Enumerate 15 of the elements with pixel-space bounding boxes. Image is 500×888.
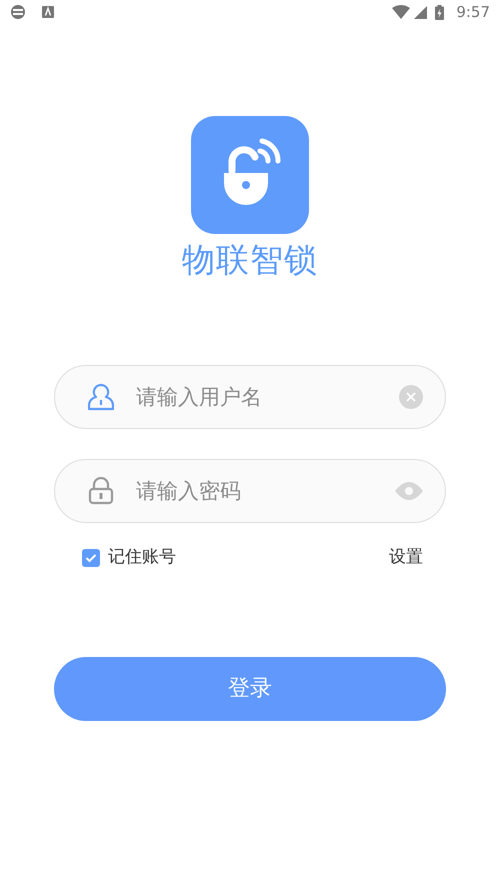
eye-icon[interactable] [395,482,423,500]
remember-label: 记住账号 [108,546,176,570]
username-input[interactable]: 请输入用户名 [134,380,399,414]
username-field[interactable]: 请输入用户名 [54,365,446,430]
check-icon [85,553,97,564]
signal-icon [414,6,428,18]
clear-icon[interactable] [399,385,423,410]
app-title: 物联智锁 [182,242,318,278]
password-field[interactable]: 请输入密码 [54,459,446,524]
settings-link[interactable]: 设置 [389,545,423,571]
password-input[interactable]: 请输入密码 [134,474,395,508]
clock-time: 9:57 [456,2,490,23]
remember-checkbox[interactable] [82,549,100,568]
battery-icon [435,4,444,20]
wifi-icon [392,5,410,19]
